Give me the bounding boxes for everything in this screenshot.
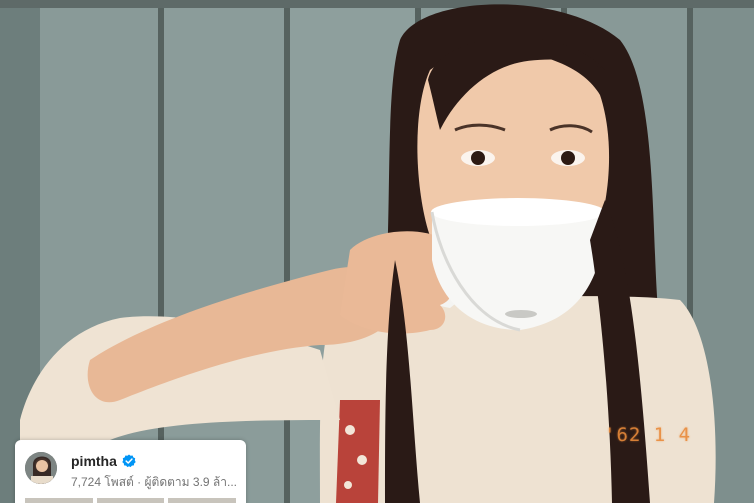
- username[interactable]: pimtha: [71, 453, 117, 469]
- profile-stats: 7,724 โพสต์ · ผู้ติดตาม 3.9 ล้า...: [71, 475, 238, 489]
- verified-badge-icon: [122, 454, 136, 468]
- profile-card[interactable]: pimtha 7,724 โพสต์ · ผู้ติดตาม 3.9 ล้า..…: [15, 440, 246, 503]
- film-date-stamp: '62 1 4: [604, 424, 692, 446]
- post-thumbnail[interactable]: [96, 498, 165, 503]
- post-thumbnail[interactable]: [168, 498, 237, 503]
- post-thumbnail-strip: [25, 498, 237, 503]
- post-image-viewer: '62 1 4 pimtha 7,724 โพสต์ · ผู้ติดตาม 3…: [0, 0, 754, 503]
- post-thumbnail[interactable]: [25, 498, 93, 503]
- avatar[interactable]: [25, 452, 57, 484]
- username-row: pimtha: [71, 453, 136, 469]
- avatar-image: [25, 452, 57, 484]
